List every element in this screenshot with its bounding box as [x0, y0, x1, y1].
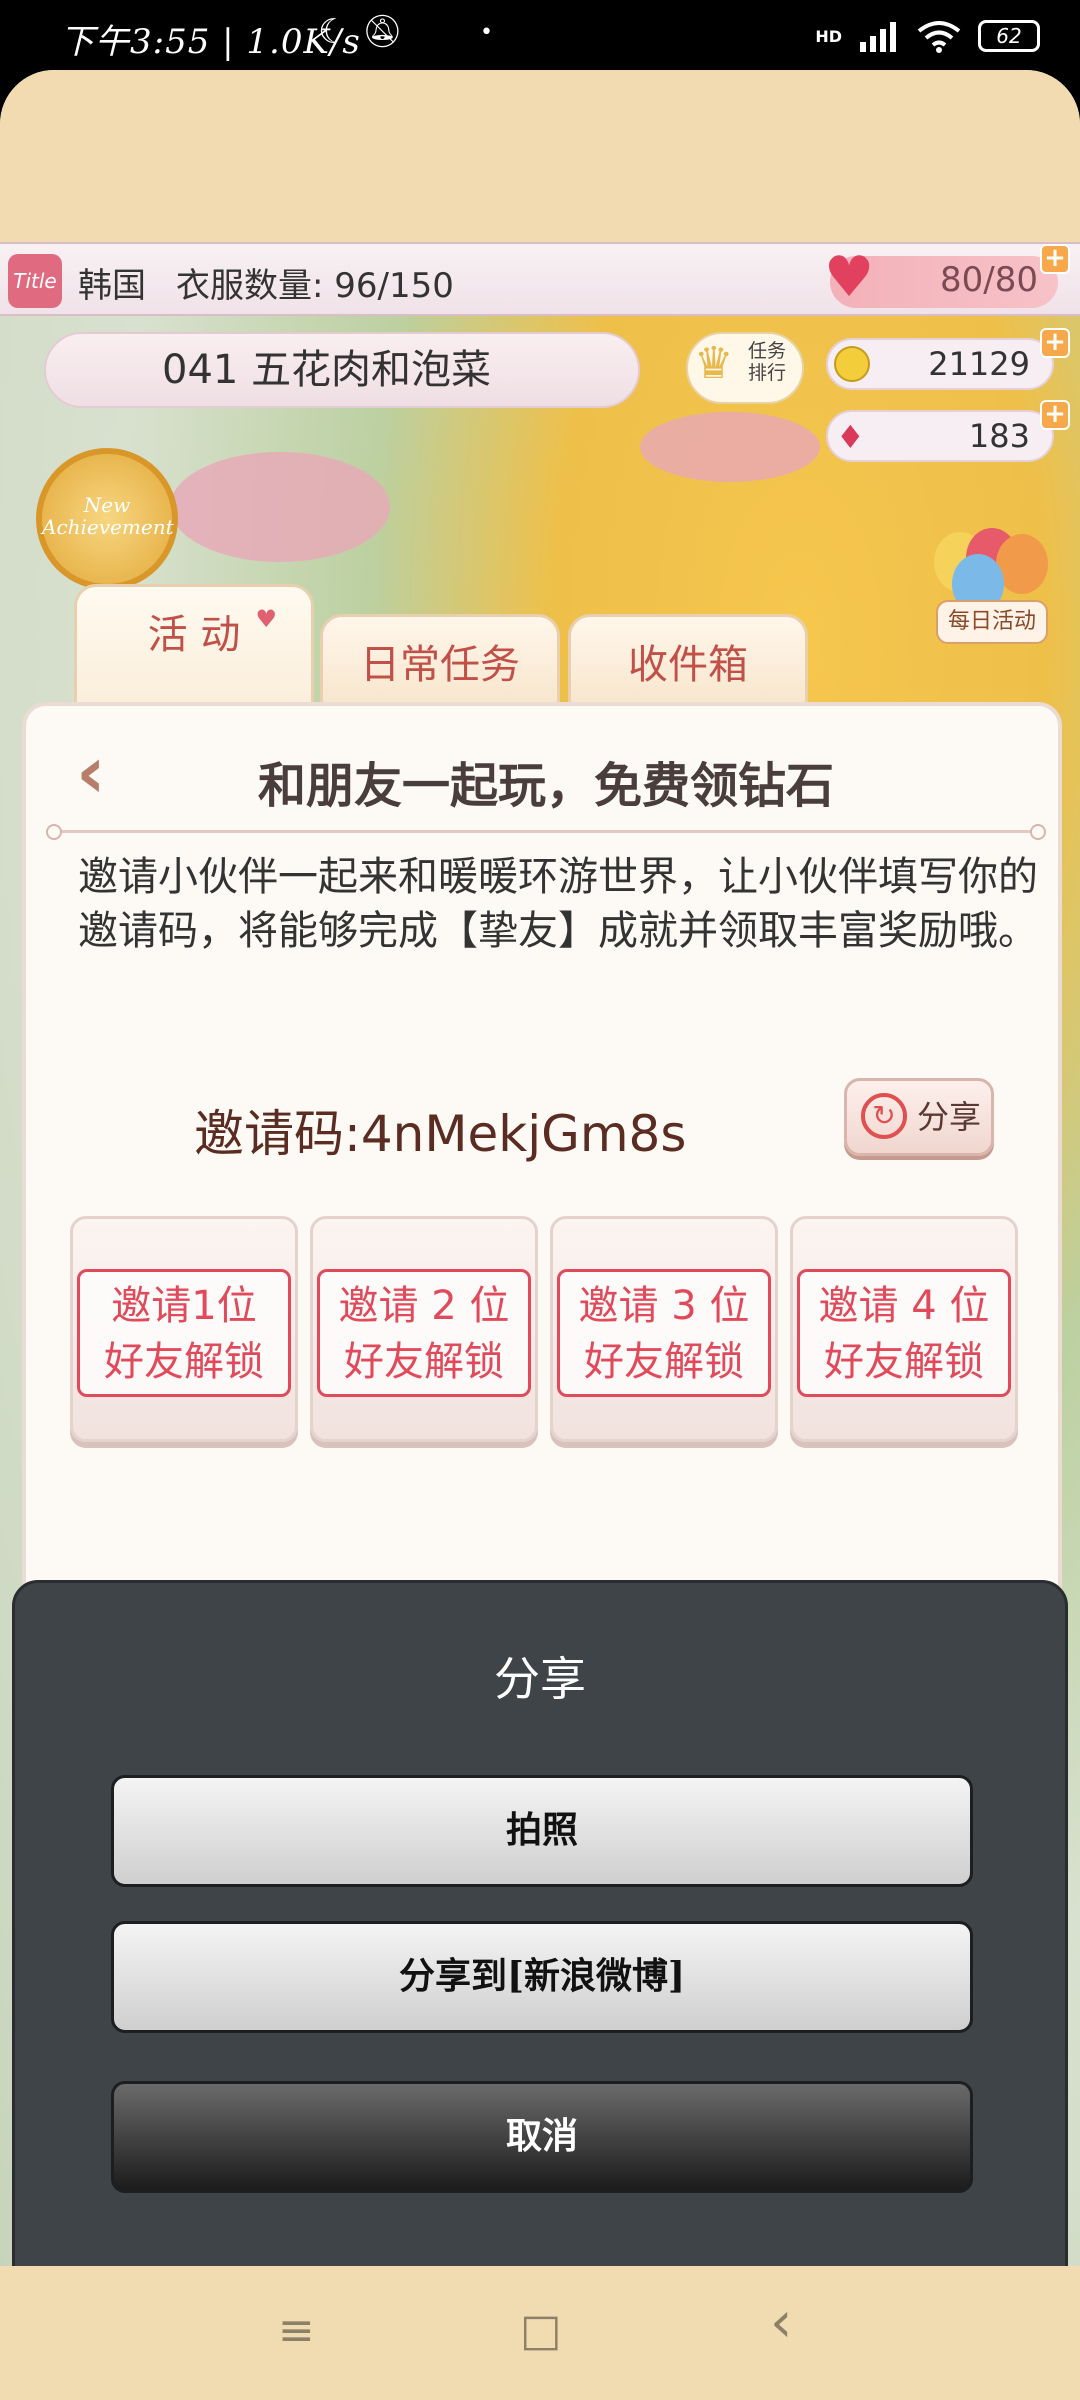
slot-label-line2: 好友解锁 [104, 1339, 264, 1385]
dialog-title: 分享 [494, 1652, 586, 1706]
top-banner [0, 70, 1080, 242]
gem-value: 183 [968, 417, 1030, 455]
add-stamina-button[interactable]: + [1040, 244, 1070, 274]
home-icon[interactable]: □ [520, 2306, 562, 2356]
reward-slot-3[interactable]: 邀请 3 位 好友解锁 [550, 1216, 778, 1442]
task-rank-label: 任务排行 [748, 340, 787, 384]
reward-slot-2[interactable]: 邀请 2 位 好友解锁 [310, 1216, 538, 1442]
hd-label: HD [815, 26, 842, 46]
menu-icon[interactable]: ≡ [278, 2306, 315, 2356]
heart-icon: ♥ [824, 245, 875, 310]
gem-counter: ♦ 183 [826, 410, 1054, 462]
task-rank-button[interactable]: ♛ 任务排行 [686, 332, 804, 404]
slot-label-line1: 邀请1位 [111, 1283, 257, 1329]
slot-label-line1: 邀请 2 位 [338, 1283, 510, 1329]
notification-heart-icon: ♥ [255, 605, 277, 633]
slot-label-line2: 好友解锁 [584, 1339, 744, 1385]
slot-label-line2: 好友解锁 [824, 1339, 984, 1385]
back-icon[interactable]: ‹ [770, 2295, 792, 2351]
navigation-bar: ≡ □ ‹ [0, 2266, 1080, 2400]
invite-description: 邀请小伙伴一起来和暖暖环游世界，让小伙伴填写你的邀请码，将能够完成【挚友】成就并… [78, 854, 1038, 954]
signal-icon [860, 22, 896, 52]
diamond-icon: ♦ [836, 418, 865, 456]
wifi-icon [917, 21, 961, 53]
pink-bush-decoration [640, 412, 820, 482]
info-bar: Title 韩国 衣服数量: 96/150 ♥ 80/80 + [0, 242, 1080, 316]
coin-value: 21129 [928, 345, 1030, 383]
title-badge[interactable]: Title [8, 254, 62, 308]
coin-counter: 21129 [826, 338, 1054, 390]
add-gems-button[interactable]: + [1040, 400, 1070, 430]
battery-icon: 62 [978, 20, 1040, 52]
share-dialog: 分享 拍照 分享到[新浪微博] 取消 [12, 1580, 1068, 2280]
share-weibo-button[interactable]: 分享到[新浪微博] [111, 1921, 973, 2033]
new-achievement-badge[interactable]: New Achievement [36, 448, 178, 590]
daily-activity-button[interactable]: 每日活动 [936, 600, 1048, 644]
stamina-value: 80/80 [940, 260, 1038, 300]
slot-label-line2: 好友解锁 [344, 1339, 504, 1385]
status-bar: 下午3:55 | 1.0K/s ☾ 🔕︎ • HD 62 [0, 0, 1080, 72]
slot-label-line1: 邀请 4 位 [818, 1283, 990, 1329]
status-time-speed: 下午3:55 | 1.0K/s [60, 22, 361, 62]
title-divider [46, 824, 1046, 840]
panel-title: 和朋友一起玩，免费领钻石 [257, 758, 834, 814]
country-label: 韩国 [78, 266, 146, 306]
share-icon: ↻ [861, 1093, 907, 1139]
share-button-label: 分享 [917, 1098, 982, 1136]
tab-activity[interactable]: 活 动 ♥ [74, 584, 314, 708]
pink-bush-decoration [170, 452, 390, 562]
crown-icon: ♛ [694, 338, 734, 389]
clothes-count: 衣服数量: 96/150 [176, 266, 454, 306]
slot-label-line1: 邀请 3 位 [578, 1283, 750, 1329]
add-coins-button[interactable]: + [1040, 328, 1070, 358]
share-button[interactable]: ↻ 分享 [844, 1078, 994, 1156]
invite-code: 邀请码:4nMekjGm8s [194, 1105, 687, 1163]
reward-slot-4[interactable]: 邀请 4 位 好友解锁 [790, 1216, 1018, 1442]
coin-icon [834, 346, 870, 382]
level-name-pill[interactable]: 041 五花肉和泡菜 [44, 332, 640, 408]
tab-activity-label: 活 动 [147, 612, 241, 658]
reward-slot-1[interactable]: 邀请1位 好友解锁 [70, 1216, 298, 1442]
moon-icon: ☾ [318, 12, 349, 52]
cancel-button[interactable]: 取消 [111, 2081, 973, 2193]
notification-dot-icon: • [480, 20, 493, 45]
take-photo-button[interactable]: 拍照 [111, 1775, 973, 1887]
mute-bell-icon: 🔕︎ [362, 12, 403, 50]
